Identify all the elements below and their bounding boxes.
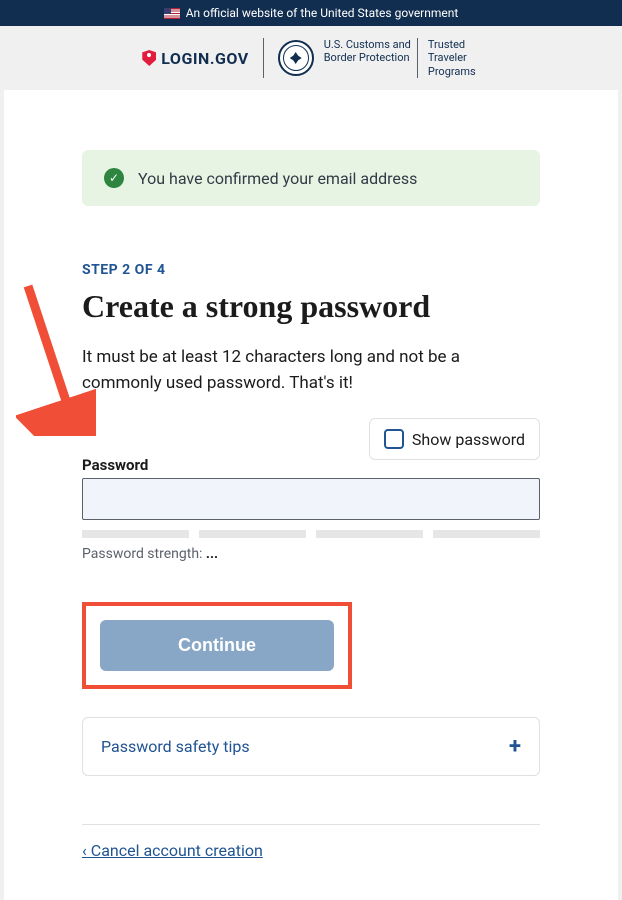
password-tips-accordion[interactable]: Password safety tips +	[82, 717, 540, 776]
meter-bar	[82, 530, 189, 538]
alert-text: You have confirmed your email address	[138, 169, 417, 188]
partner-block: U.S. Customs and Border Protection Trust…	[278, 38, 480, 78]
meter-bar	[433, 530, 540, 538]
login-brand-text: LOGIN.GOV	[161, 49, 248, 68]
partner-line: Programs	[428, 65, 476, 78]
cancel-account-link[interactable]: ‹ Cancel account creation	[82, 841, 263, 860]
meter-bar	[316, 530, 423, 538]
us-flag-icon	[164, 8, 180, 19]
main-content: ✓ You have confirmed your email address …	[4, 90, 618, 900]
annotation-highlight: Continue	[82, 602, 352, 689]
partner-text: U.S. Customs and Border Protection Trust…	[320, 38, 480, 78]
show-password-toggle[interactable]: Show password	[369, 418, 540, 460]
continue-button[interactable]: Continue	[100, 620, 334, 671]
checkbox-icon	[384, 429, 404, 449]
site-header: LOGIN.GOV U.S. Customs and Border Protec…	[0, 26, 622, 90]
vertical-divider	[263, 38, 264, 78]
partner-line: Trusted	[428, 38, 476, 51]
dhs-seal-icon	[278, 40, 314, 76]
banner-text: An official website of the United States…	[186, 6, 459, 20]
plus-icon: +	[509, 734, 521, 759]
check-circle-icon: ✓	[104, 168, 124, 188]
partner-line: Border Protection	[324, 51, 411, 64]
password-input[interactable]	[82, 478, 540, 520]
success-alert: ✓ You have confirmed your email address	[82, 150, 540, 206]
accordion-title: Password safety tips	[101, 737, 250, 756]
show-password-label: Show password	[412, 430, 525, 449]
strength-value: ...	[206, 546, 218, 562]
page-description: It must be at least 12 characters long a…	[82, 345, 540, 396]
step-indicator: STEP 2 OF 4	[82, 262, 540, 278]
strength-label: Password strength:	[82, 546, 206, 562]
password-strength-text: Password strength: ...	[82, 546, 540, 562]
password-strength-meter	[82, 530, 540, 538]
shield-icon	[142, 50, 156, 66]
divider	[82, 824, 540, 825]
meter-bar	[199, 530, 306, 538]
partner-line: Traveler	[428, 51, 476, 64]
gov-banner: An official website of the United States…	[0, 0, 622, 26]
page-heading: Create a strong password	[82, 288, 540, 325]
login-gov-logo: LOGIN.GOV	[142, 49, 248, 68]
partner-line: U.S. Customs and	[324, 38, 411, 51]
